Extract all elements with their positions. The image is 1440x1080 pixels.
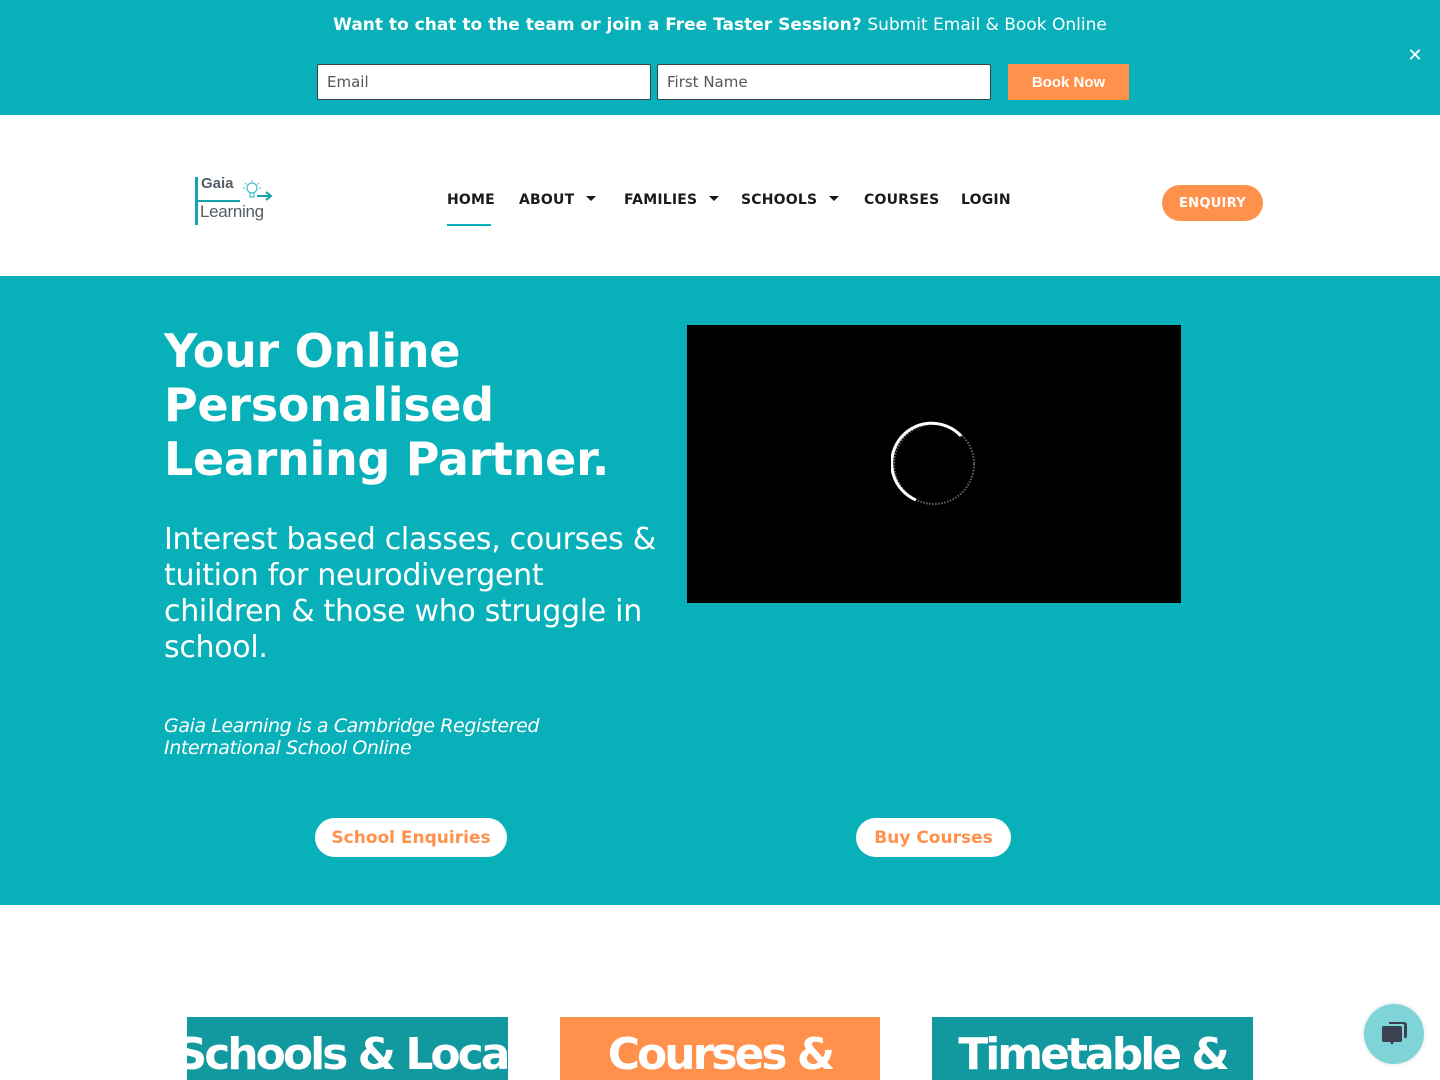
card-schools-local[interactable]: Schools & Local <box>187 1017 508 1080</box>
nav-courses[interactable]: COURSES <box>864 192 939 208</box>
card-courses[interactable]: Courses & <box>560 1017 880 1080</box>
video-player[interactable] <box>687 325 1181 603</box>
caret-down-icon <box>829 195 840 201</box>
site-header: Gaia Learning HOME ABOUT FAMILIES SCHOOL… <box>0 115 1440 276</box>
nav-home-label: HOME <box>447 192 495 208</box>
close-icon[interactable]: ✕ <box>1405 46 1425 66</box>
nav-active-indicator <box>447 224 491 226</box>
nav-schools[interactable]: SCHOOLS <box>741 192 840 208</box>
logo-text-learning: Learning <box>200 202 264 221</box>
banner-headline-normal: Submit Email & Book Online <box>867 15 1107 35</box>
chat-widget-button[interactable] <box>1364 1004 1424 1064</box>
loading-spinner-icon <box>891 421 975 505</box>
banner-headline-bold: Want to chat to the team or join a Free … <box>333 15 862 35</box>
promo-banner: Want to chat to the team or join a Free … <box>0 0 1440 115</box>
email-field[interactable] <box>317 64 651 100</box>
caret-down-icon <box>709 195 720 201</box>
card-title: Courses & <box>607 1029 835 1080</box>
nav-schools-label: SCHOOLS <box>741 192 818 208</box>
nav-login-label: LOGIN <box>961 192 1011 208</box>
school-enquiries-button[interactable]: School Enquiries <box>315 818 507 857</box>
nav-home[interactable]: HOME <box>447 192 495 208</box>
card-timetable[interactable]: Timetable & <box>932 1017 1253 1080</box>
nav-about-label: ABOUT <box>519 192 575 208</box>
card-title: Schools & Local <box>187 1029 508 1080</box>
nav-about[interactable]: ABOUT <box>519 192 597 208</box>
logo-text-gaia: Gaia <box>201 175 234 192</box>
logo[interactable]: Gaia Learning <box>195 175 275 229</box>
hero-section: Your Online Personalised Learning Partne… <box>0 276 1440 905</box>
nav-families-label: FAMILIES <box>624 192 698 208</box>
banner-headline: Want to chat to the team or join a Free … <box>0 12 1440 38</box>
nav-login[interactable]: LOGIN <box>961 192 1011 208</box>
nav-families[interactable]: FAMILIES <box>624 192 720 208</box>
arrow-right-icon <box>257 191 273 201</box>
card-title: Timetable & <box>958 1029 1230 1080</box>
chat-bubbles-icon <box>1382 1022 1407 1045</box>
book-now-button[interactable]: Book Now <box>1008 64 1129 100</box>
nav-courses-label: COURSES <box>864 192 940 208</box>
first-name-field[interactable] <box>657 64 991 100</box>
caret-down-icon <box>586 195 597 201</box>
buy-courses-button[interactable]: Buy Courses <box>856 818 1011 857</box>
hero-title: Your Online Personalised Learning Partne… <box>164 324 610 486</box>
enquiry-button[interactable]: ENQUIRY <box>1162 185 1263 221</box>
hero-subtitle: Interest based classes, courses & tuitio… <box>164 522 656 665</box>
hero-note: Gaia Learning is a Cambridge Registered … <box>164 715 540 759</box>
